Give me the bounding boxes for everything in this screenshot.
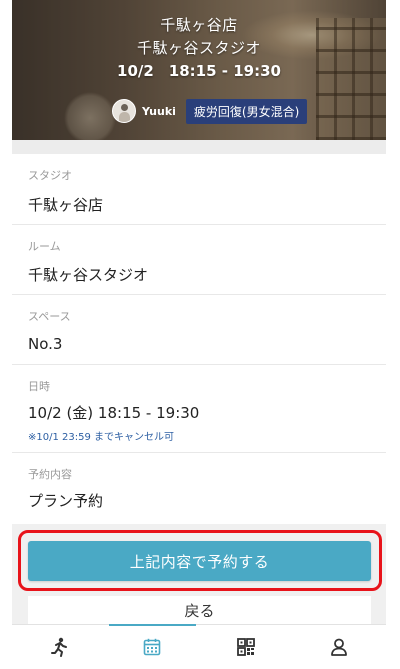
space-value: No.3 <box>28 335 63 353</box>
bottom-navigation <box>12 624 386 669</box>
nav-item-account[interactable] <box>293 625 387 669</box>
datetime-label: 日時 <box>28 380 50 393</box>
instructor-avatar <box>112 99 136 123</box>
detail-row-studio: スタジオ 千駄ヶ谷店 <box>12 154 386 225</box>
detail-row-booking: 予約内容 プラン予約 <box>12 453 386 524</box>
hero-studio: 千駄ヶ谷スタジオ <box>136 39 261 57</box>
nav-item-qr[interactable] <box>199 625 293 669</box>
lesson-hero-banner: 千駄ヶ谷店 千駄ヶ谷スタジオ 10/2 18:15 - 19:30 Yuuki … <box>12 0 386 140</box>
back-button[interactable]: 戻る <box>28 596 371 624</box>
running-person-icon <box>50 637 67 657</box>
detail-row-datetime: 日時 10/2 (金) 18:15 - 19:30 ※10/1 23:59 まで… <box>12 365 386 453</box>
studio-label: スタジオ <box>28 169 72 182</box>
hero-text: 千駄ヶ谷店 千駄ヶ谷スタジオ 10/2 18:15 - 19:30 <box>12 14 386 83</box>
detail-row-space: スペース No.3 <box>12 295 386 365</box>
studio-value: 千駄ヶ谷店 <box>28 196 104 214</box>
hero-datetime: 10/2 18:15 - 19:30 <box>117 62 281 80</box>
qr-code-icon <box>236 638 255 656</box>
room-value: 千駄ヶ谷スタジオ <box>28 266 149 284</box>
datetime-value: 10/2 (金) 18:15 - 19:30 <box>28 404 200 422</box>
hero-store: 千駄ヶ谷店 <box>160 16 238 34</box>
reserve-button[interactable]: 上記内容で予約する <box>28 541 371 581</box>
reservation-confirm-page: 千駄ヶ谷店 千駄ヶ谷スタジオ 10/2 18:15 - 19:30 Yuuki … <box>0 0 400 669</box>
nav-item-lessons[interactable] <box>12 625 106 669</box>
instructor-name: Yuuki <box>142 104 176 118</box>
booking-label: 予約内容 <box>28 468 72 481</box>
hero-divider <box>12 140 386 154</box>
user-icon <box>331 638 348 656</box>
nav-item-schedule[interactable] <box>106 624 200 669</box>
reservation-details: スタジオ 千駄ヶ谷店 ルーム 千駄ヶ谷スタジオ スペース No.3 日時 10/… <box>12 154 386 524</box>
cancel-deadline-note: ※10/1 23:59 までキャンセル可 <box>28 432 175 443</box>
program-tag: 疲労回復(男女混合) <box>185 98 308 124</box>
room-label: ルーム <box>28 240 61 253</box>
calendar-icon <box>143 638 161 656</box>
hero-meta: Yuuki 疲労回復(男女混合) <box>112 98 308 124</box>
booking-value: プラン予約 <box>28 492 104 510</box>
detail-row-room: ルーム 千駄ヶ谷スタジオ <box>12 225 386 295</box>
space-label: スペース <box>28 310 71 323</box>
